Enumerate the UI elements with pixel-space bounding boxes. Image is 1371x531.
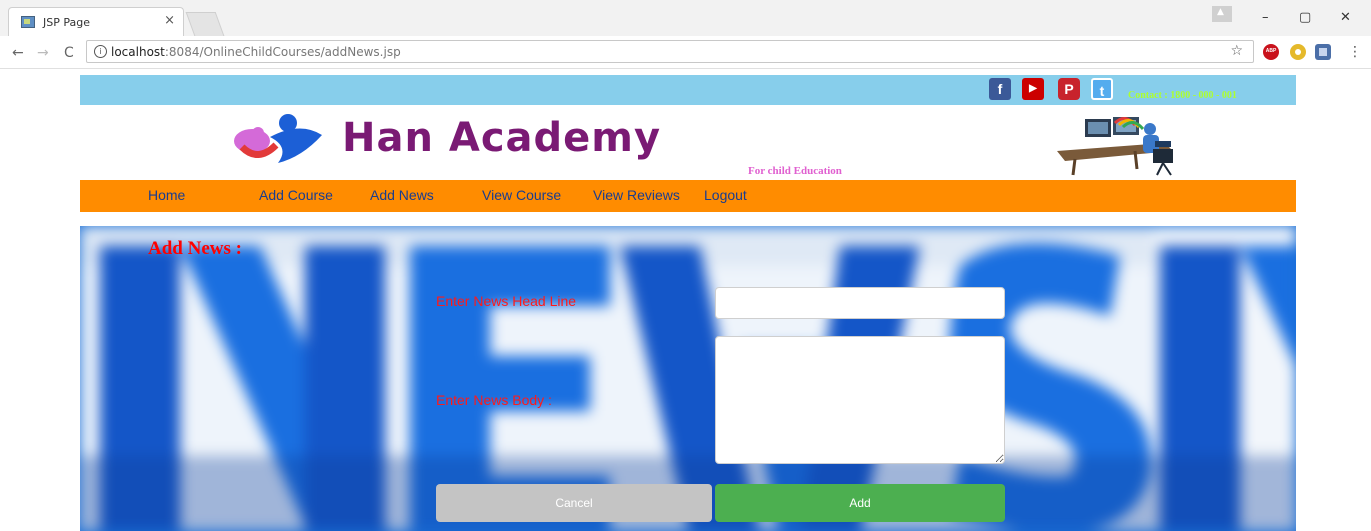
tab-close-icon[interactable]: × <box>164 14 175 28</box>
close-window-icon[interactable]: ✕ <box>1340 10 1351 25</box>
page-title: Add News : <box>148 238 242 259</box>
body-textarea[interactable] <box>715 336 1005 464</box>
nav-view-reviews[interactable]: View Reviews <box>593 187 680 203</box>
new-tab-button[interactable] <box>185 12 225 36</box>
computer-desk-illustration-icon <box>1057 117 1173 176</box>
reload-icon[interactable]: C <box>64 45 74 61</box>
body-label: Enter News Body : <box>436 392 552 408</box>
brand-tagline: For child Education <box>748 165 842 177</box>
nav-home[interactable]: Home <box>148 187 185 203</box>
url-text: localhost:8084/OnlineChildCourses/addNew… <box>111 45 401 59</box>
minimize-icon[interactable]: – <box>1262 10 1269 25</box>
profile-icon[interactable] <box>1212 6 1232 22</box>
nav-add-news[interactable]: Add News <box>370 187 434 203</box>
site-header: Han Academy For child Education <box>80 105 1296 180</box>
extension-o-icon[interactable] <box>1290 44 1306 60</box>
nav-logout[interactable]: Logout <box>704 187 747 203</box>
browser-toolbar: ← → C i localhost:8084/OnlineChildCourse… <box>0 36 1371 69</box>
adblock-extension-icon[interactable] <box>1263 44 1279 60</box>
browser-tab[interactable]: JSP Page × <box>8 7 184 36</box>
contact-number: Contact : 1800 - 000 - 001 <box>1128 90 1237 101</box>
tab-title: JSP Page <box>43 16 90 29</box>
main-navbar: Home Add Course Add News View Course Vie… <box>80 180 1296 212</box>
browser-menu-icon[interactable]: ⋮ <box>1348 44 1362 60</box>
restore-icon[interactable]: ▢ <box>1299 10 1311 25</box>
bookmark-star-icon[interactable]: ☆ <box>1230 43 1243 59</box>
extension-cube-icon[interactable] <box>1315 44 1331 60</box>
twitter-icon[interactable]: t <box>1091 78 1113 100</box>
url-host: localhost <box>111 45 165 59</box>
pinterest-icon[interactable]: P <box>1058 78 1080 100</box>
url-path: :8084/OnlineChildCourses/addNews.jsp <box>164 45 401 59</box>
headline-label: Enter News Head Line <box>436 293 577 309</box>
brand-name: Han Academy <box>342 115 662 161</box>
nav-view-course[interactable]: View Course <box>482 187 561 203</box>
youtube-icon[interactable]: ▶ <box>1022 78 1044 100</box>
add-news-panel: Add News : Enter News Head Line Enter Ne… <box>80 226 1296 531</box>
add-button[interactable]: Add <box>715 484 1005 522</box>
back-icon[interactable]: ← <box>12 45 24 61</box>
browser-tabstrip: JSP Page × – ▢ ✕ <box>0 0 1371 36</box>
forward-icon[interactable]: → <box>37 45 49 61</box>
nav-add-course[interactable]: Add Course <box>259 187 333 203</box>
cancel-button[interactable]: Cancel <box>436 484 712 522</box>
top-bar: f ▶ P t Contact : 1800 - 000 - 001 <box>80 75 1296 105</box>
facebook-icon[interactable]: f <box>989 78 1011 100</box>
info-icon[interactable]: i <box>94 45 107 58</box>
headline-input[interactable] <box>715 287 1005 319</box>
address-bar[interactable]: i localhost:8084/OnlineChildCourses/addN… <box>86 40 1254 63</box>
han-academy-logo-icon <box>234 114 322 163</box>
page-favicon-icon <box>21 16 35 28</box>
